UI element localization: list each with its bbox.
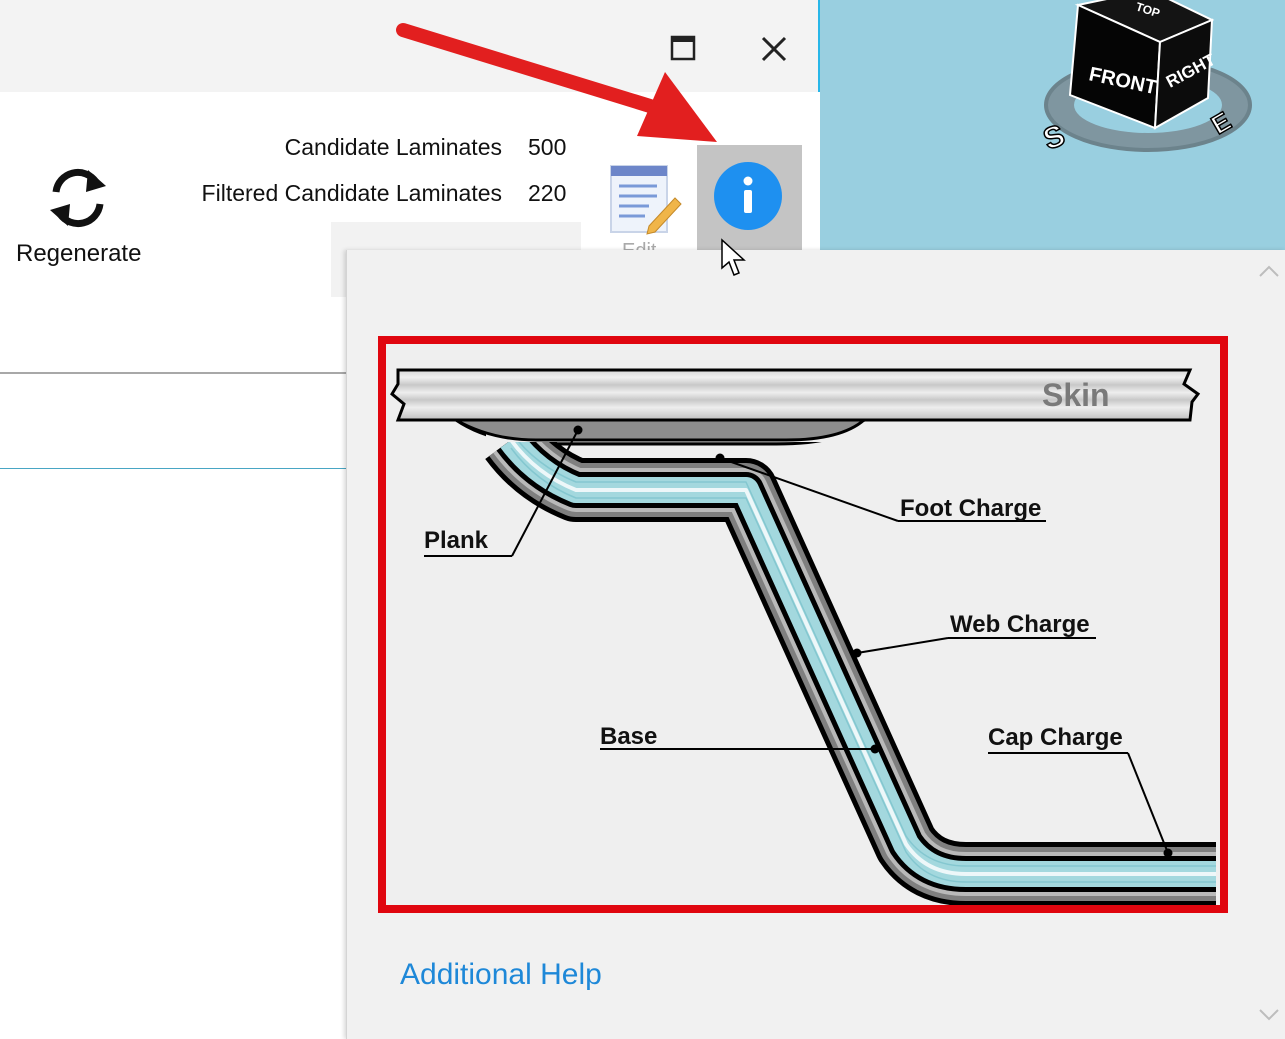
label-web-charge: Web Charge xyxy=(852,611,1096,658)
svg-text:Cap Charge: Cap Charge xyxy=(988,724,1123,751)
filtered-candidate-laminates-value: 220 xyxy=(528,180,567,206)
scroll-down-icon[interactable] xyxy=(1258,1008,1280,1022)
annotation-arrow xyxy=(396,23,717,142)
divider-line-blue xyxy=(0,468,348,469)
edit-label[interactable]: Edit xyxy=(622,240,656,250)
divider-line xyxy=(0,372,348,374)
info-button[interactable] xyxy=(697,145,802,250)
regenerate-label[interactable]: Regenerate xyxy=(16,240,141,268)
edit-button[interactable] xyxy=(605,160,685,245)
stiffener-diagram-frame: Skin Foot Charge Plank Web Charge Base C… xyxy=(378,336,1228,913)
close-icon[interactable] xyxy=(760,35,788,63)
svg-text:Foot Charge: Foot Charge xyxy=(900,495,1041,522)
additional-help-link[interactable]: Additional Help xyxy=(400,958,602,992)
stiffener-diagram: Skin Foot Charge Plank Web Charge Base C… xyxy=(390,368,1216,906)
svg-text:Base: Base xyxy=(600,723,657,750)
edit-notes-icon xyxy=(610,165,682,235)
label-cap-charge: Cap Charge xyxy=(988,724,1173,858)
stiffener-layers xyxy=(485,420,1216,906)
mouse-cursor xyxy=(721,238,746,276)
svg-text:Web Charge: Web Charge xyxy=(950,611,1090,638)
info-icon xyxy=(714,162,782,230)
viewport-3d[interactable]: FRONT RIGHT TOP S E xyxy=(820,0,1285,250)
view-cube[interactable]: FRONT RIGHT TOP S E xyxy=(820,0,1285,250)
scroll-up-icon[interactable] xyxy=(1258,264,1280,278)
svg-text:Plank: Plank xyxy=(424,527,489,554)
filtered-candidate-laminates-label: Filtered Candidate Laminates xyxy=(201,180,502,206)
skin-label: Skin xyxy=(1042,377,1110,413)
